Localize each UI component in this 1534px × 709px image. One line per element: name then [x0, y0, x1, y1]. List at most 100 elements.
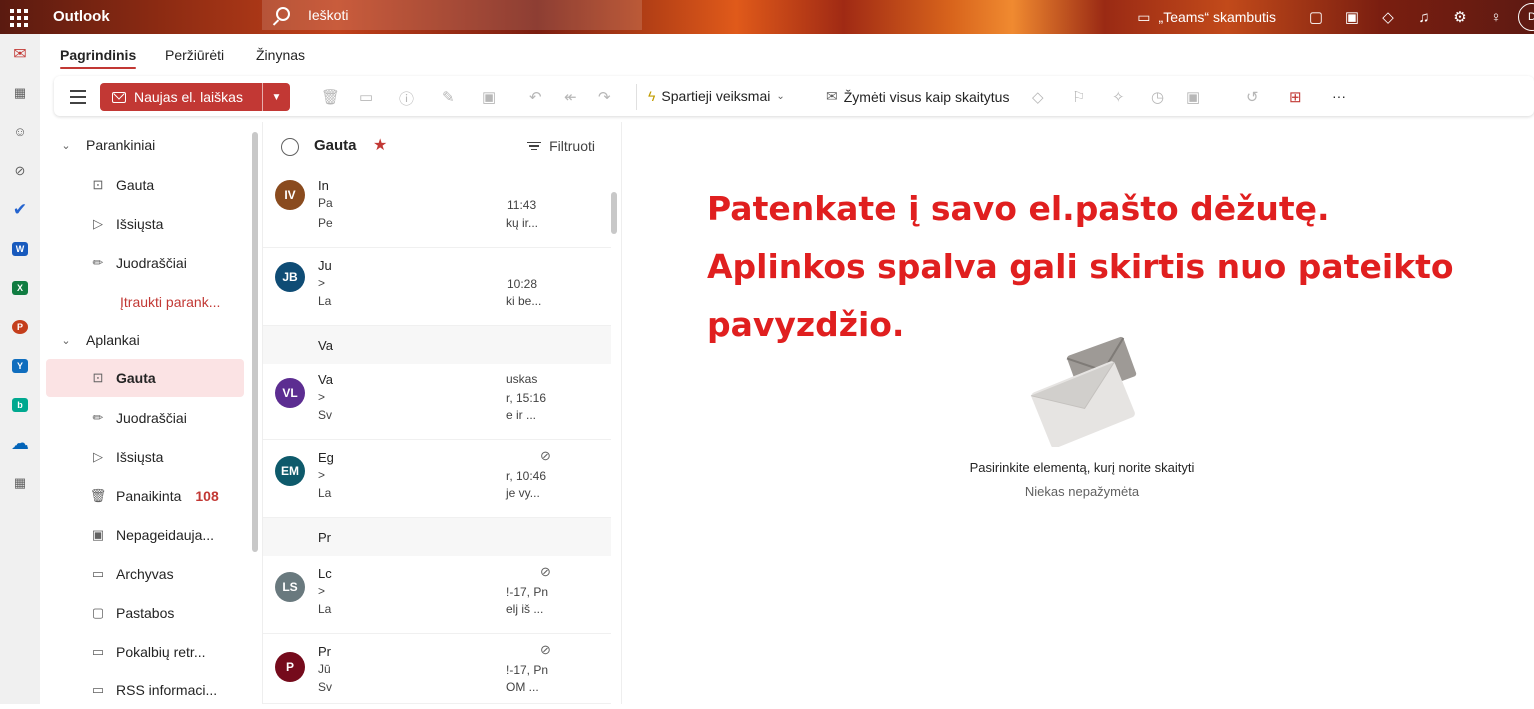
message-row[interactable]: VL Va > Sv uskas r, 15:16 e ir ...: [263, 364, 611, 440]
favorites-header[interactable]: ⌄ Parankiniai: [46, 126, 244, 164]
reply-all-icon[interactable]: ↞: [564, 88, 577, 106]
message-preview-tail: OM ...: [506, 680, 539, 694]
calendar-app-icon[interactable]: ▦: [0, 73, 40, 112]
select-all-checkbox[interactable]: [281, 138, 299, 156]
onenote-icon[interactable]: ▣: [1334, 0, 1370, 34]
app-launcher-icon[interactable]: [8, 7, 30, 29]
tab-view[interactable]: Peržiūrėti: [165, 47, 224, 63]
mail-app-icon[interactable]: ✉: [0, 34, 40, 73]
message-row[interactable]: LS Lc > La ⊘ !-17, Pn elj iš ...: [263, 556, 611, 634]
folder-notes[interactable]: ▢ Pastabos: [46, 594, 244, 632]
message-row[interactable]: IV In Pa Pe 11:43 kų ir...: [263, 170, 611, 248]
message-row[interactable]: EM Eg > La ⊘ r, 10:46 je vy...: [263, 440, 611, 518]
user-avatar[interactable]: D: [1518, 3, 1534, 31]
folder-deleted[interactable]: 🗑 Panaikinta 108: [46, 477, 244, 515]
mark-all-read-button[interactable]: ✉ Žymėti visus kaip skaitytus: [826, 88, 1009, 105]
message-preview: La: [318, 602, 332, 616]
folder-icon: ▭: [91, 644, 105, 659]
message-time: r, 15:16: [506, 391, 547, 405]
app-title[interactable]: Outlook: [53, 8, 110, 25]
lightning-icon: ϟ: [648, 88, 656, 104]
folder-junk[interactable]: ▣ Nepageidauja...: [46, 516, 244, 554]
folder-deleted-label: Panaikinta: [116, 488, 182, 504]
forward-icon[interactable]: ↷: [598, 88, 611, 106]
expand-chevron[interactable]: >: [318, 390, 325, 404]
sweep-icon[interactable]: ✎: [442, 88, 455, 106]
bookings-app-icon[interactable]: b: [0, 385, 40, 424]
feedback-icon[interactable]: ◇: [1370, 0, 1406, 34]
chat-icon[interactable]: ▢: [1298, 0, 1334, 34]
excel-app-icon[interactable]: X: [0, 268, 40, 307]
favorite-star-icon[interactable]: ★: [373, 135, 387, 155]
attachment-icon: ⊘: [540, 448, 551, 463]
pin-icon[interactable]: ✧: [1112, 88, 1125, 106]
mark-all-read-label: Žymėti visus kaip skaitytus: [843, 88, 1010, 105]
delete-icon[interactable]: 🗑: [321, 88, 340, 106]
quick-steps-button[interactable]: ϟ Spartieji veiksmai ⌄: [648, 88, 785, 104]
powerpoint-app-icon[interactable]: P: [0, 307, 40, 346]
group-header[interactable]: Va: [263, 326, 611, 364]
folder-drafts[interactable]: ✏ Juodraščiai: [46, 399, 244, 437]
new-mail-button[interactable]: Naujas el. laiškas ▼: [100, 83, 290, 111]
teams-call-button[interactable]: ▭ „Teams“ skambutis: [1137, 9, 1276, 26]
favorite-sent[interactable]: ▷ Išsiųsta: [46, 205, 244, 243]
snooze-clock-icon[interactable]: ◷: [1151, 88, 1164, 106]
move-to-icon[interactable]: ▣: [482, 88, 496, 106]
filter-button[interactable]: Filtruoti: [527, 138, 595, 154]
sender-avatar: IV: [275, 180, 305, 210]
attachments-app-icon[interactable]: ⊘: [0, 151, 40, 190]
settings-gear-icon[interactable]: ⚙: [1442, 0, 1478, 34]
group-header-label: Va: [318, 338, 333, 353]
tab-home[interactable]: Pagrindinis: [60, 47, 137, 69]
add-favorite-link[interactable]: Įtraukti parank...: [46, 283, 244, 321]
inbox-icon: ⊡: [92, 177, 104, 192]
expand-chevron[interactable]: >: [318, 584, 325, 598]
folder-inbox[interactable]: ⊡ Gauta: [46, 359, 244, 397]
folder-sent[interactable]: ▷ Išsiųsta: [46, 438, 244, 476]
draft-icon: ✏: [92, 255, 104, 270]
undo-icon[interactable]: ↺: [1246, 88, 1259, 106]
tag-icon[interactable]: ◇: [1032, 88, 1044, 106]
group-header[interactable]: Pr: [263, 518, 611, 556]
folder-archive[interactable]: ▭ Archyvas: [46, 555, 244, 593]
favorite-inbox[interactable]: ⊡ Gauta: [46, 166, 244, 204]
expand-chevron[interactable]: >: [318, 468, 325, 482]
video-icon: ▭: [1137, 8, 1151, 25]
tab-help[interactable]: Žinynas: [256, 47, 305, 63]
more-options-button[interactable]: ···: [1332, 88, 1346, 104]
hamburger-menu-icon[interactable]: [70, 90, 86, 108]
report-icon[interactable]: ⓘ: [399, 88, 414, 109]
folder-rss[interactable]: ▭ RSS informaci...: [46, 671, 244, 709]
reply-icon[interactable]: ↶: [529, 88, 542, 106]
bell-icon[interactable]: ♫: [1406, 0, 1442, 34]
message-row[interactable]: JB Ju > La 10:28 ki be...: [263, 248, 611, 326]
folder-scrollbar[interactable]: [252, 132, 258, 552]
send-icon: ▷: [93, 216, 103, 231]
expand-chevron[interactable]: >: [318, 276, 325, 290]
folders-header[interactable]: ⌄ Aplankai: [46, 321, 244, 359]
favorite-drafts[interactable]: ✏ Juodraščiai: [46, 244, 244, 282]
flag-icon[interactable]: ⚐: [1072, 88, 1085, 106]
folder-conversation-history[interactable]: ▭ Pokalbių retr...: [46, 633, 244, 671]
word-app-icon[interactable]: W: [0, 229, 40, 268]
overlay-line: Patenkate į savo el.pašto dėžutę.: [707, 189, 1330, 228]
layout-icon[interactable]: ⊞: [1289, 88, 1302, 106]
quick-steps-label: Spartieji veiksmai: [661, 88, 771, 104]
folder-pane: ⌄ Parankiniai ⊡ Gauta ▷ Išsiųsta ✏ Juodr…: [40, 122, 262, 704]
people-app-icon[interactable]: ☺: [0, 112, 40, 151]
onedrive-app-icon[interactable]: ☁: [0, 424, 40, 463]
tips-icon[interactable]: ♀: [1478, 0, 1514, 34]
folders-header-label: Aplankai: [86, 332, 140, 348]
new-mail-dropdown-icon[interactable]: ▼: [262, 83, 290, 111]
rules-icon[interactable]: ▣: [1186, 88, 1200, 106]
top-bar: Outlook Ieškoti ▭ „Teams“ skambutis ▢ ▣ …: [0, 0, 1534, 34]
message-row[interactable]: P Pr Jū Sv ⊘ !-17, Pn OM ...: [263, 634, 611, 704]
message-list-scrollbar[interactable]: [611, 192, 617, 234]
more-apps-icon[interactable]: ▦: [0, 463, 40, 502]
yammer-app-icon[interactable]: Y: [0, 346, 40, 385]
sender-avatar: LS: [275, 572, 305, 602]
search-box[interactable]: Ieškoti: [262, 0, 642, 30]
todo-app-icon[interactable]: ✔: [0, 190, 40, 229]
archive-icon[interactable]: ▭: [359, 88, 373, 106]
filter-label: Filtruoti: [549, 138, 595, 154]
